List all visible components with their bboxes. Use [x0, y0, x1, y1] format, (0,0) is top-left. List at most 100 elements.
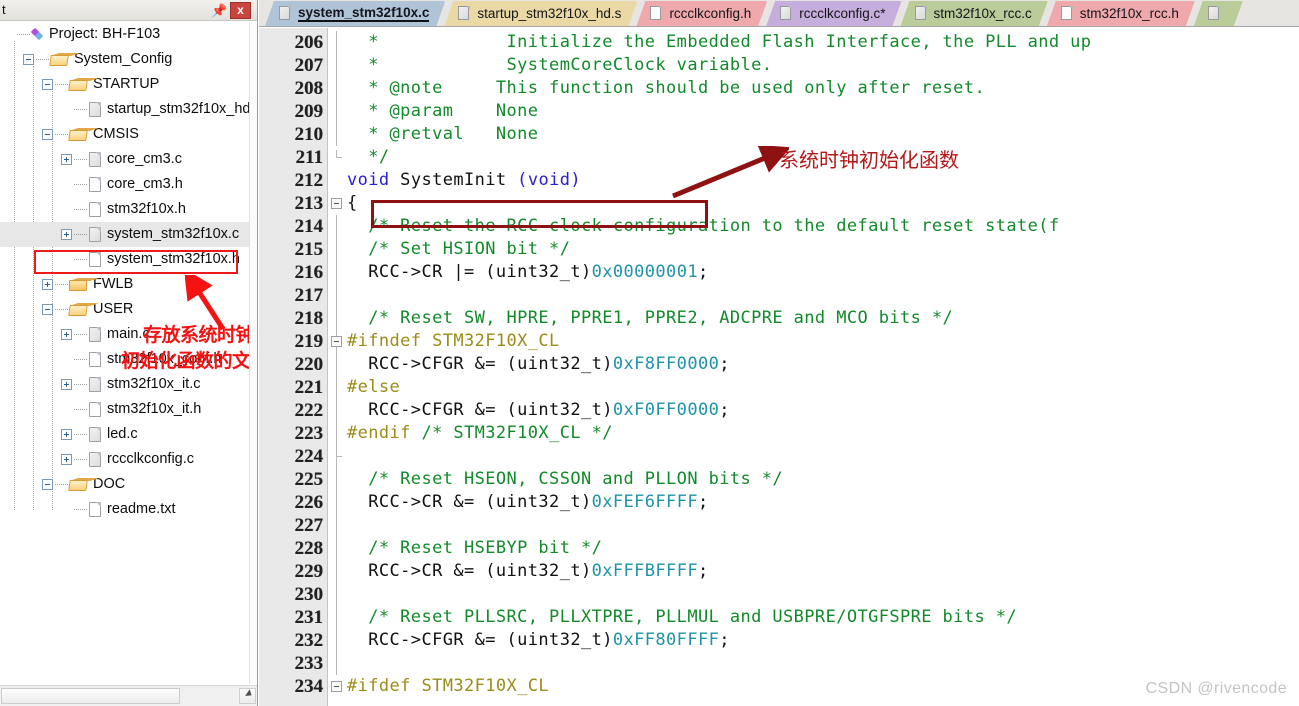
- editor-tab-rccclkconfig-h[interactable]: rccclkconfig.h: [636, 1, 767, 26]
- editor-tab-label: rccclkconfig.c*: [799, 6, 886, 21]
- close-icon[interactable]: x: [230, 2, 251, 19]
- tree-connector: [74, 434, 87, 435]
- code-token: 0xFFFBFFFF: [591, 561, 698, 581]
- tree-item-system-stm32f10x-h[interactable]: system_stm32f10x.h: [0, 247, 249, 272]
- tree-connector: [55, 284, 68, 285]
- code-line: 224: [259, 445, 1299, 468]
- code-token: ;: [719, 354, 730, 374]
- expand-icon[interactable]: [61, 379, 72, 390]
- tree-item-led-c[interactable]: led.c: [0, 422, 249, 447]
- line-number: 227: [294, 515, 324, 536]
- code-line: 225 /* Reset HSEON, CSSON and PLLON bits…: [259, 468, 1299, 491]
- project-panel-horizontal-scrollbar[interactable]: [0, 685, 257, 706]
- editor-tab-startup-stm32f10x-hd-s[interactable]: startup_stm32f10x_hd.s: [444, 1, 637, 26]
- code-annotation-arrow: [672, 146, 789, 199]
- line-number: 213: [294, 193, 324, 214]
- line-number: 223: [294, 423, 324, 444]
- code-line: 232 RCC->CFGR &= (uint32_t)0xFF80FFFF;: [259, 629, 1299, 652]
- tree-item-stm32f10x-it-h[interactable]: stm32f10x_it.h: [0, 397, 249, 422]
- folder-icon: [68, 127, 88, 142]
- code-token: RCC->CR |= (uint32_t): [347, 262, 592, 282]
- file-icon: [88, 426, 102, 443]
- collapse-icon[interactable]: [42, 479, 53, 490]
- collapse-icon[interactable]: [42, 304, 53, 315]
- editor-tab-system-stm32f10x-c[interactable]: system_stm32f10x.c: [265, 1, 445, 26]
- tree-item-project-bh-f103[interactable]: Project: BH-F103: [0, 22, 249, 47]
- tree-item-stm32f10x-it-c[interactable]: stm32f10x_it.c: [0, 372, 249, 397]
- code-area[interactable]: 206 * Initialize the Embedded Flash Inte…: [259, 28, 1299, 706]
- tree-item-doc[interactable]: DOC: [0, 472, 249, 497]
- tree-connector: [17, 34, 30, 35]
- file-icon: [915, 6, 927, 21]
- tree-item-core-cm3-c[interactable]: core_cm3.c: [0, 147, 249, 172]
- tree-connector: [74, 234, 87, 235]
- code-line: 219 #ifndef STM32F10X_CL: [259, 330, 1299, 353]
- line-number: 209: [294, 101, 324, 122]
- tree-item-stm32f10x-h[interactable]: stm32f10x.h: [0, 197, 249, 222]
- ide-window: t 📌 x Project: BH-F103 System_Config START…: [0, 0, 1299, 706]
- expand-icon[interactable]: [61, 454, 72, 465]
- tree-item-startup-stm32f10x-hd-s[interactable]: startup_stm32f10x_hd.s: [0, 97, 249, 122]
- collapse-icon[interactable]: [23, 54, 34, 65]
- expand-icon[interactable]: [61, 229, 72, 240]
- expand-icon[interactable]: [61, 329, 72, 340]
- tree-connector: [55, 309, 68, 310]
- editor-tab-overflow[interactable]: [1194, 1, 1243, 26]
- project-panel-vertical-scrollbar[interactable]: [249, 22, 257, 684]
- editor-tab-rccclkconfig-c-[interactable]: rccclkconfig.c*: [766, 1, 901, 26]
- tree-connector: [74, 184, 87, 185]
- scrollbar-thumb[interactable]: [1, 688, 180, 704]
- code-token: /* Reset HSEON, CSSON and PLLON bits */: [347, 469, 784, 489]
- code-token: 0x00000001: [591, 262, 698, 282]
- line-number: 212: [294, 170, 324, 191]
- tree-connector: [55, 134, 68, 135]
- tree-item-label: stm32f10x_it.h: [107, 401, 202, 417]
- editor-tab-stm32f10x-rcc-h[interactable]: stm32f10x_rcc.h: [1047, 1, 1195, 26]
- code-token: RCC->CFGR &= (uint32_t): [347, 630, 613, 650]
- editor-tab-label: system_stm32f10x.c: [298, 5, 430, 20]
- tree-connector: [55, 484, 68, 485]
- editor-tab-label: stm32f10x_rcc.h: [1079, 6, 1179, 21]
- tree-item-cmsis[interactable]: CMSIS: [0, 122, 249, 147]
- code-text: RCC->CR &= (uint32_t)0xFEF6FFFF;: [347, 491, 709, 514]
- expand-icon[interactable]: [61, 429, 72, 440]
- collapse-icon[interactable]: [42, 79, 53, 90]
- project-tree[interactable]: Project: BH-F103 System_Config STARTUP star…: [0, 22, 249, 684]
- tree-item-rccclkconfig-c[interactable]: rccclkconfig.c: [0, 447, 249, 472]
- code-annotation: 系统时钟初始化函数: [779, 148, 959, 172]
- tree-item-startup[interactable]: STARTUP: [0, 72, 249, 97]
- code-token: /* Reset PLLSRC, PLLXTPRE, PLLMUL and US…: [347, 607, 1017, 627]
- sidebar-annotation: 存放系统时钟 初始化函数的文件: [121, 322, 249, 374]
- line-number: 215: [294, 239, 324, 260]
- code-text: * @retval None: [347, 123, 538, 146]
- tree-item-core-cm3-h[interactable]: core_cm3.h: [0, 172, 249, 197]
- code-line: 228 /* Reset HSEBYP bit */: [259, 537, 1299, 560]
- tree-item-readme-txt[interactable]: readme.txt: [0, 497, 249, 522]
- file-icon: [1061, 6, 1073, 21]
- tree-connector: [74, 209, 87, 210]
- code-token: /* Reset the RCC clock configuration to …: [347, 216, 1060, 236]
- editor-tabbar[interactable]: system_stm32f10x.c startup_stm32f10x_hd.s…: [259, 0, 1299, 27]
- tree-item-label: CMSIS: [93, 126, 139, 142]
- pin-icon[interactable]: 📌: [211, 3, 227, 19]
- line-number: 226: [294, 492, 324, 513]
- tree-item-label: DOC: [93, 476, 126, 492]
- expand-icon[interactable]: [61, 154, 72, 165]
- line-number: 219: [294, 331, 324, 352]
- code-line: 207 * SystemCoreClock variable.: [259, 54, 1299, 77]
- code-text: /* Reset HSEON, CSSON and PLLON bits */: [347, 468, 783, 491]
- code-token: SystemInit: [389, 170, 518, 190]
- expand-icon[interactable]: [42, 279, 53, 290]
- code-text: /* Reset the RCC clock configuration to …: [347, 215, 1060, 238]
- tree-item-system-config[interactable]: System_Config: [0, 47, 249, 72]
- file-icon: [780, 6, 792, 21]
- line-number: 208: [294, 78, 324, 99]
- file-icon: [279, 6, 291, 21]
- code-text: {: [347, 192, 358, 215]
- code-token: /* Set HSION bit */: [347, 239, 571, 259]
- code-token: ;: [697, 262, 709, 282]
- editor-tab-stm32f10x-rcc-c[interactable]: stm32f10x_rcc.c: [901, 1, 1048, 26]
- tree-item-system-stm32f10x-c[interactable]: system_stm32f10x.c: [0, 222, 249, 247]
- file-icon: [88, 401, 102, 418]
- collapse-icon[interactable]: [42, 129, 53, 140]
